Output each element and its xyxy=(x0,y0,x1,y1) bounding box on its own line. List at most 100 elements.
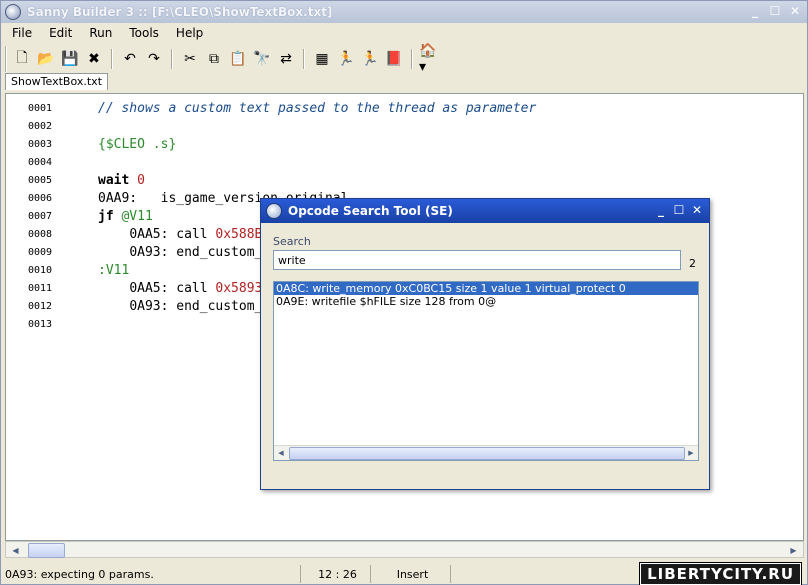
code-line: 0004 xyxy=(6,153,98,171)
code-line: 0005 wait 0 xyxy=(6,171,145,189)
code-line: 0013 xyxy=(6,315,98,333)
result-count: 2 xyxy=(689,257,696,270)
menu-run[interactable]: Run xyxy=(83,26,118,40)
scroll-right-icon[interactable]: ▶ xyxy=(684,446,698,460)
paste-icon[interactable]: 📋 xyxy=(227,48,249,70)
decompile-icon[interactable]: 📕 xyxy=(383,48,405,70)
toolbar-separator xyxy=(111,49,113,69)
code-text: {$CLEO .s} xyxy=(83,137,176,152)
code-line: 0007 jf @V11 xyxy=(6,207,153,225)
code-line: 0008 0AA5: call 0x588B xyxy=(6,225,262,243)
line-number: 0007 xyxy=(28,210,53,222)
code-line: 0011 0AA5: call 0x5893 xyxy=(6,279,262,297)
line-number: 0006 xyxy=(28,192,53,204)
line-number: 0011 xyxy=(28,282,53,294)
menu-edit[interactable]: Edit xyxy=(43,26,78,40)
opcode-search-dialog: Opcode Search Tool (SE) _ ☐ ✕ Search 2 0… xyxy=(260,198,710,490)
app-icon[interactable] xyxy=(5,4,21,20)
dialog-app-icon xyxy=(266,203,282,219)
code-token: wait xyxy=(98,172,138,188)
code-token: {$CLEO .s} xyxy=(98,136,177,152)
dialog-close-button[interactable]: ✕ xyxy=(690,203,704,217)
new-file-icon[interactable]: 🗋 xyxy=(11,48,33,70)
replace-icon[interactable]: ⇄ xyxy=(275,48,297,70)
code-text: :V11 xyxy=(83,263,129,278)
line-number: 0003 xyxy=(28,138,53,150)
compile-icon[interactable]: ▦ xyxy=(311,48,333,70)
code-token: // shows a custom text passed to the thr… xyxy=(98,100,537,116)
code-line: 0003 {$CLEO .s} xyxy=(6,135,176,153)
search-input[interactable] xyxy=(273,250,681,270)
line-number: 0013 xyxy=(28,318,53,330)
result-item[interactable]: 0A8C: write_memory 0xC0BC15 size 1 value… xyxy=(274,282,698,295)
close-icon[interactable]: ✖ xyxy=(83,48,105,70)
dialog-title: Opcode Search Tool (SE) xyxy=(288,204,453,218)
cut-icon[interactable]: ✂ xyxy=(179,48,201,70)
status-message: 0A93: expecting 0 params. xyxy=(1,565,301,583)
toolbar: 🗋 📂 💾 ✖ ↶ ↷ ✂ ⧉ 📋 🔭 ⇄ ▦ 🏃 🏃 📕 🏠▾ xyxy=(5,43,441,75)
code-token: 0x588B xyxy=(215,226,263,242)
copy-icon[interactable]: ⧉ xyxy=(203,48,225,70)
line-number: 0010 xyxy=(28,264,53,276)
toolbar-separator xyxy=(411,49,413,69)
title-bar: Sanny Builder 3 :: [F:\CLEO\ShowTextBox.… xyxy=(1,1,807,23)
search-label: Search xyxy=(273,235,311,248)
results-horizontal-scrollbar[interactable]: ◀ ▶ xyxy=(274,445,698,460)
code-text: 0AA5: call 0x5893 xyxy=(83,281,262,296)
redo-icon[interactable]: ↷ xyxy=(143,48,165,70)
code-text: 0AA5: call 0x588B xyxy=(83,227,262,242)
code-line: 0009 0A93: end_custom_ xyxy=(6,243,262,261)
line-number: 0012 xyxy=(28,300,53,312)
line-number: 0001 xyxy=(28,102,53,114)
results-list[interactable]: 0A8C: write_memory 0xC0BC15 size 1 value… xyxy=(273,281,699,461)
cursor-position: 12 : 26 xyxy=(301,565,371,583)
menu-bar: File Edit Run Tools Help xyxy=(1,23,807,43)
toolbar-separator xyxy=(303,49,305,69)
undo-icon[interactable]: ↶ xyxy=(119,48,141,70)
watermark-logo: LIBERTYCITY.RU xyxy=(640,563,801,585)
code-text: 0A93: end_custom_ xyxy=(83,245,262,260)
options-dropdown-icon[interactable]: 🏠▾ xyxy=(419,43,441,75)
code-token: 0AA5: call xyxy=(129,226,216,242)
close-button[interactable]: ✕ xyxy=(787,3,803,19)
code-token: @V11 xyxy=(121,208,153,224)
run-icon[interactable]: 🏃 xyxy=(335,48,357,70)
code-token: 0x5893 xyxy=(215,280,263,296)
scroll-left-icon[interactable]: ◀ xyxy=(8,543,23,557)
line-number: 0002 xyxy=(28,120,53,132)
window-title: Sanny Builder 3 :: [F:\CLEO\ShowTextBox.… xyxy=(27,5,333,19)
line-number: 0004 xyxy=(28,156,53,168)
code-line: 0012 0A93: end_custom_ xyxy=(6,297,262,315)
menu-file[interactable]: File xyxy=(6,26,38,40)
code-line: 0010 :V11 xyxy=(6,261,129,279)
code-token: :V11 xyxy=(98,262,130,278)
menu-tools[interactable]: Tools xyxy=(123,26,165,40)
code-token: 0 xyxy=(137,172,145,188)
save-icon[interactable]: 💾 xyxy=(59,48,81,70)
code-line: 0001 // shows a custom text passed to the… xyxy=(6,99,536,117)
code-text: 0A93: end_custom_ xyxy=(83,299,262,314)
open-folder-icon[interactable]: 📂 xyxy=(35,48,57,70)
result-item[interactable]: 0A9E: writefile $hFILE size 128 from 0@ xyxy=(274,295,698,308)
line-number: 0008 xyxy=(28,228,53,240)
menu-help[interactable]: Help xyxy=(170,26,209,40)
dialog-title-bar: Opcode Search Tool (SE) _ ☐ ✕ xyxy=(261,199,709,223)
scroll-left-icon[interactable]: ◀ xyxy=(274,446,288,460)
editor-horizontal-scrollbar[interactable]: ◀ ▶ xyxy=(5,541,804,558)
dialog-minimize-button[interactable]: _ xyxy=(654,203,668,217)
maximize-button[interactable]: ☐ xyxy=(767,3,783,19)
code-text: wait 0 xyxy=(83,173,145,188)
scroll-thumb[interactable] xyxy=(289,447,685,460)
run-alt-icon[interactable]: 🏃 xyxy=(359,48,381,70)
code-line: 0002 xyxy=(6,117,98,135)
minimize-button[interactable]: _ xyxy=(747,3,763,19)
dialog-maximize-button[interactable]: ☐ xyxy=(672,203,686,217)
line-number: 0005 xyxy=(28,174,53,186)
scroll-thumb[interactable] xyxy=(28,543,65,558)
scroll-right-icon[interactable]: ▶ xyxy=(786,543,801,557)
tab-showtextbox[interactable]: ShowTextBox.txt xyxy=(5,73,109,90)
find-icon[interactable]: 🔭 xyxy=(251,48,273,70)
